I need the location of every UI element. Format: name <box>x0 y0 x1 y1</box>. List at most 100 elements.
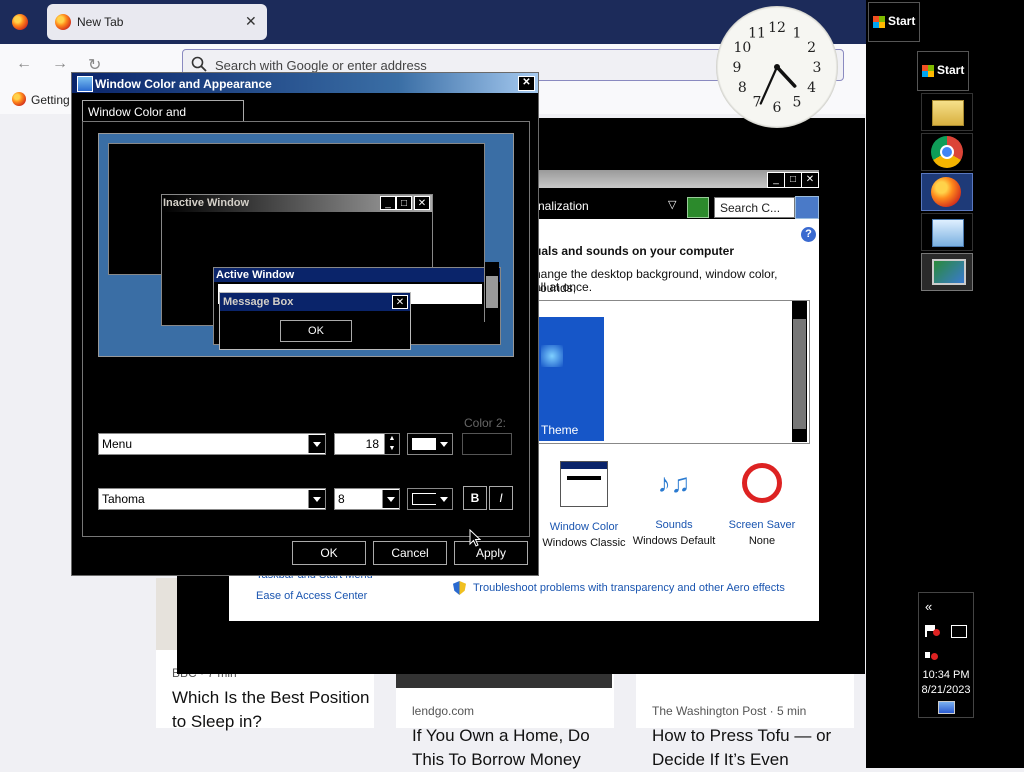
theme-thumbnail[interactable]: Theme <box>537 317 604 441</box>
tray-time[interactable]: 10:34 PM <box>921 669 971 681</box>
news-card-title[interactable]: If You Own a Home, Do This To Borrow Mon… <box>412 724 612 772</box>
msgbox-close-icon: ✕ <box>392 295 408 309</box>
font-size-select[interactable]: 8 <box>334 488 400 510</box>
appearance-preview[interactable]: Inactive Window _ □ ✕ Active Window Mess… <box>98 133 514 357</box>
theme-scrollbar[interactable] <box>792 301 807 442</box>
window-color-item[interactable]: Window Color Windows Classic <box>539 461 629 549</box>
taskbar-explorer-button[interactable] <box>921 93 973 131</box>
display-icon <box>932 259 966 285</box>
link-troubleshoot[interactable]: Troubleshoot problems with transparency … <box>473 582 785 594</box>
font-size-value: 8 <box>338 492 345 506</box>
preview-message-box: Message Box ✕ OK <box>219 292 411 350</box>
search-button-icon[interactable] <box>795 196 819 219</box>
color1-dropdown-icon <box>436 435 452 453</box>
action-center-flag-icon[interactable] <box>925 625 941 637</box>
tray-expand-icon[interactable]: « <box>925 599 932 614</box>
clock-numeral: 10 <box>733 40 751 56</box>
start-label: Start <box>888 14 916 28</box>
back-icon[interactable]: ← <box>16 55 32 73</box>
theme-label: Theme <box>541 423 579 437</box>
taskbar-control-panel-button[interactable] <box>921 213 973 251</box>
item-dropdown-icon[interactable] <box>308 435 325 453</box>
tray-date[interactable]: 8/21/2023 <box>919 684 973 696</box>
window-color-value: Windows Classic <box>542 537 626 549</box>
clock-numeral: 4 <box>807 80 816 96</box>
start2-label: Start <box>937 63 965 77</box>
show-desktop-icon[interactable] <box>938 701 955 714</box>
forward-icon[interactable]: → <box>52 55 68 73</box>
search-input[interactable]: Search C... <box>714 197 795 218</box>
news-card-title[interactable]: Which Is the Best Position to Sleep in? <box>172 686 372 734</box>
sounds-label[interactable]: Sounds <box>629 519 719 531</box>
dialog-title: Window Color and Appearance <box>95 77 272 91</box>
sounds-icon: ♪♫ <box>657 468 691 498</box>
volume-muted-icon[interactable] <box>925 649 939 661</box>
mouse-cursor-icon <box>469 529 481 547</box>
news-card-source: lendgo.com <box>412 704 475 718</box>
screen-saver-label[interactable]: Screen Saver <box>717 519 807 531</box>
bold-button[interactable]: B <box>463 486 487 510</box>
font-dropdown-icon[interactable] <box>308 490 325 508</box>
news-card-source: The Washington Post · 5 min <box>652 704 807 718</box>
clock-hour-hand <box>775 65 797 88</box>
news-card-title[interactable]: How to Press Tofu — or Decide If It’s Ev… <box>652 724 852 772</box>
msgbox-title: Message Box <box>223 296 294 308</box>
font-color-dropdown-icon <box>436 490 452 508</box>
chevron-down-icon[interactable]: ▽ <box>668 198 676 211</box>
close-button[interactable]: ✕ <box>801 172 819 188</box>
sounds-item[interactable]: ♪♫ Sounds Windows Default <box>629 461 719 547</box>
clock-numeral: 8 <box>738 80 747 96</box>
start-button[interactable]: Start <box>917 51 969 91</box>
taskbar-firefox-button[interactable] <box>921 173 973 211</box>
active-title: Active Window <box>216 269 295 281</box>
item-size-spinner[interactable]: 18 ▲ ▼ <box>334 433 400 455</box>
tab-window-color[interactable]: Window Color and Appearance <box>82 100 244 133</box>
refresh-icon[interactable] <box>687 197 709 218</box>
start-button-top[interactable]: Start <box>868 2 920 42</box>
clock-gadget[interactable]: 12 1 2 3 4 5 6 7 8 9 10 11 <box>716 6 838 128</box>
clock-numeral: 12 <box>768 20 786 36</box>
clock-minute-hand <box>759 65 779 105</box>
ok-button[interactable]: OK <box>292 541 366 565</box>
firefox-icon[interactable] <box>12 14 28 30</box>
clock-numeral: 6 <box>773 100 782 116</box>
active-titlebar: Active Window <box>214 268 500 282</box>
address-bar[interactable]: nalization ▽ <box>538 196 681 216</box>
search-icon <box>191 56 207 72</box>
apply-button[interactable]: Apply <box>454 541 528 565</box>
clock-numeral: 3 <box>813 60 822 76</box>
taskbar-chrome-button[interactable] <box>921 133 973 171</box>
screen-saver-icon <box>742 463 782 503</box>
maximize-button[interactable]: □ <box>784 172 802 188</box>
taskbar-display-button[interactable] <box>921 253 973 291</box>
address-text: nalization <box>538 199 589 213</box>
font-select-value: Tahoma <box>102 492 145 506</box>
theme-list[interactable]: Theme <box>534 300 810 444</box>
dialog-titlebar[interactable]: Window Color and Appearance ✕ <box>72 73 538 93</box>
color1-button[interactable] <box>407 433 453 455</box>
font-size-dropdown-icon[interactable] <box>382 490 399 508</box>
font-select[interactable]: Tahoma <box>98 488 326 510</box>
font-color-button[interactable] <box>407 488 453 510</box>
screen-saver-value: None <box>748 535 776 547</box>
screen-saver-item[interactable]: Screen Saver None <box>717 461 807 547</box>
spinner-arrows-icon[interactable]: ▲ ▼ <box>384 434 399 454</box>
clock-numeral: 2 <box>807 40 816 56</box>
tab-close-icon[interactable]: ✕ <box>245 13 257 30</box>
cancel-button[interactable]: Cancel <box>373 541 447 565</box>
help-icon[interactable]: ? <box>801 227 816 242</box>
bookmark-getting-started[interactable]: Getting <box>31 93 70 107</box>
dialog-close-button[interactable]: ✕ <box>518 76 535 91</box>
item-size-value: 18 <box>365 437 379 451</box>
dialog-app-icon <box>77 76 93 92</box>
minimize-button[interactable]: _ <box>767 172 785 188</box>
link-ease-of-access[interactable]: Ease of Access Center <box>256 590 367 602</box>
network-icon[interactable] <box>951 625 967 638</box>
shield-icon <box>453 581 466 595</box>
tab-new-tab[interactable]: New Tab ✕ <box>47 4 267 40</box>
item-select[interactable]: Menu <box>98 433 326 455</box>
inactive-maximize-icon: □ <box>396 196 412 210</box>
window-color-label[interactable]: Window Color <box>539 521 629 533</box>
scrollbar-thumb[interactable] <box>793 319 806 429</box>
italic-button[interactable]: I <box>489 486 513 510</box>
